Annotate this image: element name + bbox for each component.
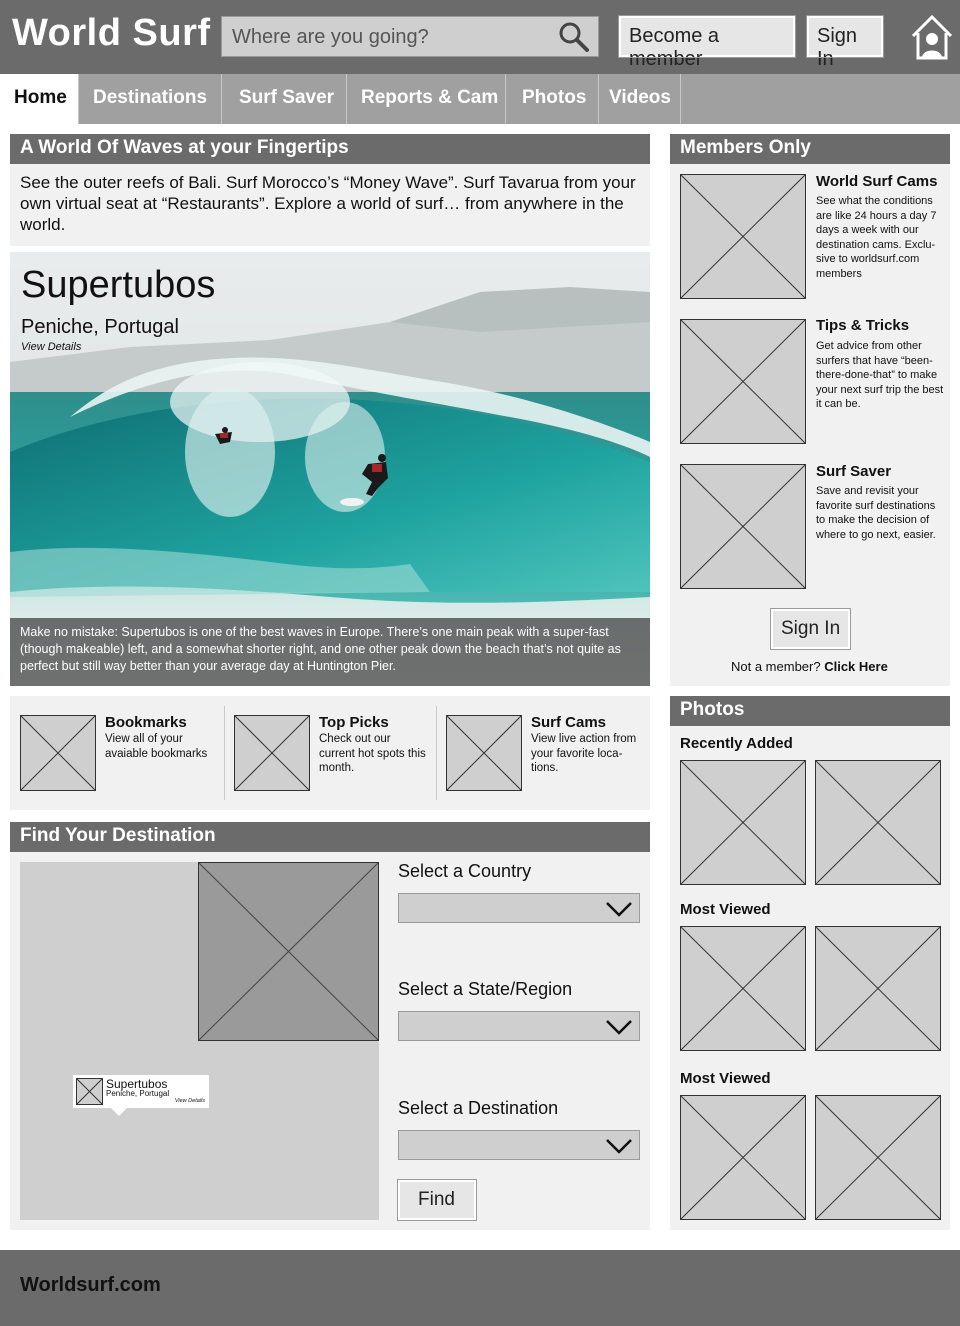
tips-tricks-thumbnail[interactable] (680, 319, 806, 444)
nav-reports-cam[interactable]: Reports & Cam (347, 74, 506, 124)
user-home-icon[interactable] (910, 14, 954, 60)
map-pin-thumbnail (76, 1078, 103, 1105)
feature-surf-cams-desc: View live action from your favorite loca… (531, 733, 637, 774)
main-nav: Home Destinations Surf Saver Reports & C… (0, 74, 960, 124)
intro-text: See the outer reefs of Bali. Surf Morocc… (20, 173, 636, 234)
feature-divider (224, 706, 225, 800)
map-image-placeholder (198, 862, 379, 1041)
search-input[interactable]: Where are you going? (221, 16, 599, 57)
chevron-down-icon (606, 902, 632, 917)
members-item-title[interactable]: World Surf Cams (816, 173, 937, 190)
map-pin-location: Peniche, Portugal (106, 1089, 170, 1098)
bookmarks-thumbnail[interactable] (20, 715, 96, 791)
country-label: Select a Country (398, 861, 532, 881)
surf-saver-thumbnail[interactable] (680, 464, 806, 589)
site-footer: Worldsurf.com (0, 1250, 960, 1326)
hero-location: Peniche, Portugal (21, 316, 179, 338)
hero-feature[interactable]: Supertubos Peniche, Portugal View Detail… (10, 252, 650, 686)
photos-title: Photos (670, 696, 950, 726)
nav-videos[interactable]: Videos (599, 74, 681, 124)
feature-top-picks-desc: Check out our current hot spots this mon… (319, 733, 426, 774)
chevron-down-icon (606, 1139, 632, 1154)
feature-surf-cams-title[interactable]: Surf Cams (531, 714, 606, 731)
photo-thumbnail[interactable] (815, 926, 941, 1051)
world-surf-cams-thumbnail[interactable] (680, 174, 806, 299)
feature-bookmarks-desc: View all of your avaiable bookmarks (105, 733, 208, 760)
become-member-button[interactable]: Become a member (618, 15, 796, 70)
find-destination-title: Find Your Destination (10, 822, 650, 852)
members-item-desc: Save and revisit your favorite surf dest… (816, 485, 936, 541)
intro-panel: A World Of Waves at your Fingertips See … (10, 134, 650, 246)
chevron-down-icon (606, 1020, 632, 1035)
members-item-title[interactable]: Surf Saver (816, 463, 891, 480)
site-header: World Surf Where are you going? Become a… (0, 0, 960, 74)
sign-in-button[interactable]: Sign In (806, 15, 884, 70)
nav-photos[interactable]: Photos (506, 74, 599, 124)
photo-thumbnail[interactable] (815, 760, 941, 885)
state-label: Select a State/Region (398, 979, 573, 999)
hero-title: Supertubos (21, 264, 216, 306)
not-member-text: Not a member? Click Here (731, 659, 888, 674)
footer-site-name[interactable]: Worldsurf.com (20, 1274, 161, 1297)
members-item-title[interactable]: Tips & Tricks (816, 317, 909, 334)
recently-added-label: Recently Added (680, 735, 793, 752)
members-item-desc: See what the conditions are like 24 hour… (816, 195, 937, 280)
members-item-desc: Get advice from other surfers that have … (816, 340, 944, 410)
photo-thumbnail[interactable] (680, 760, 806, 885)
feature-bookmarks-title[interactable]: Bookmarks (105, 714, 187, 731)
not-member-label: Not a member? (731, 659, 821, 674)
nav-home[interactable]: Home (0, 74, 79, 124)
click-here-link[interactable]: Click Here (824, 659, 888, 674)
map-pin-tooltip[interactable]: Supertubos Peniche, Portugal View Detail… (73, 1075, 209, 1116)
most-viewed-label: Most Viewed (680, 901, 771, 918)
photo-thumbnail[interactable] (680, 1095, 806, 1220)
photo-thumbnail[interactable] (680, 926, 806, 1051)
feature-top-picks-title[interactable]: Top Picks (319, 714, 389, 731)
find-button[interactable]: Find (397, 1179, 477, 1221)
site-logo[interactable]: World Surf (12, 12, 211, 55)
hero-view-details-link[interactable]: View Details (21, 341, 81, 353)
hero-caption: Make no mistake: Supertubos is one of th… (10, 618, 650, 686)
nav-surf-saver[interactable]: Surf Saver (222, 74, 347, 124)
state-select[interactable] (398, 1011, 640, 1041)
country-select[interactable] (398, 893, 640, 923)
photo-thumbnail[interactable] (815, 1095, 941, 1220)
members-title: Members Only (670, 134, 950, 164)
surf-cams-thumbnail[interactable] (446, 715, 522, 791)
search-placeholder: Where are you going? (232, 26, 429, 48)
feature-divider (436, 706, 437, 800)
map-pin-view-details[interactable]: View Details (175, 1098, 205, 1104)
destination-label: Select a Destination (398, 1098, 559, 1118)
intro-title: A World Of Waves at your Fingertips (10, 134, 650, 164)
search-icon[interactable] (558, 21, 590, 53)
most-viewed-label: Most Viewed (680, 1070, 771, 1087)
top-picks-thumbnail[interactable] (234, 715, 310, 791)
members-sign-in-button[interactable]: Sign In (770, 608, 851, 650)
nav-destinations[interactable]: Destinations (79, 74, 222, 124)
destination-select[interactable] (398, 1130, 640, 1160)
